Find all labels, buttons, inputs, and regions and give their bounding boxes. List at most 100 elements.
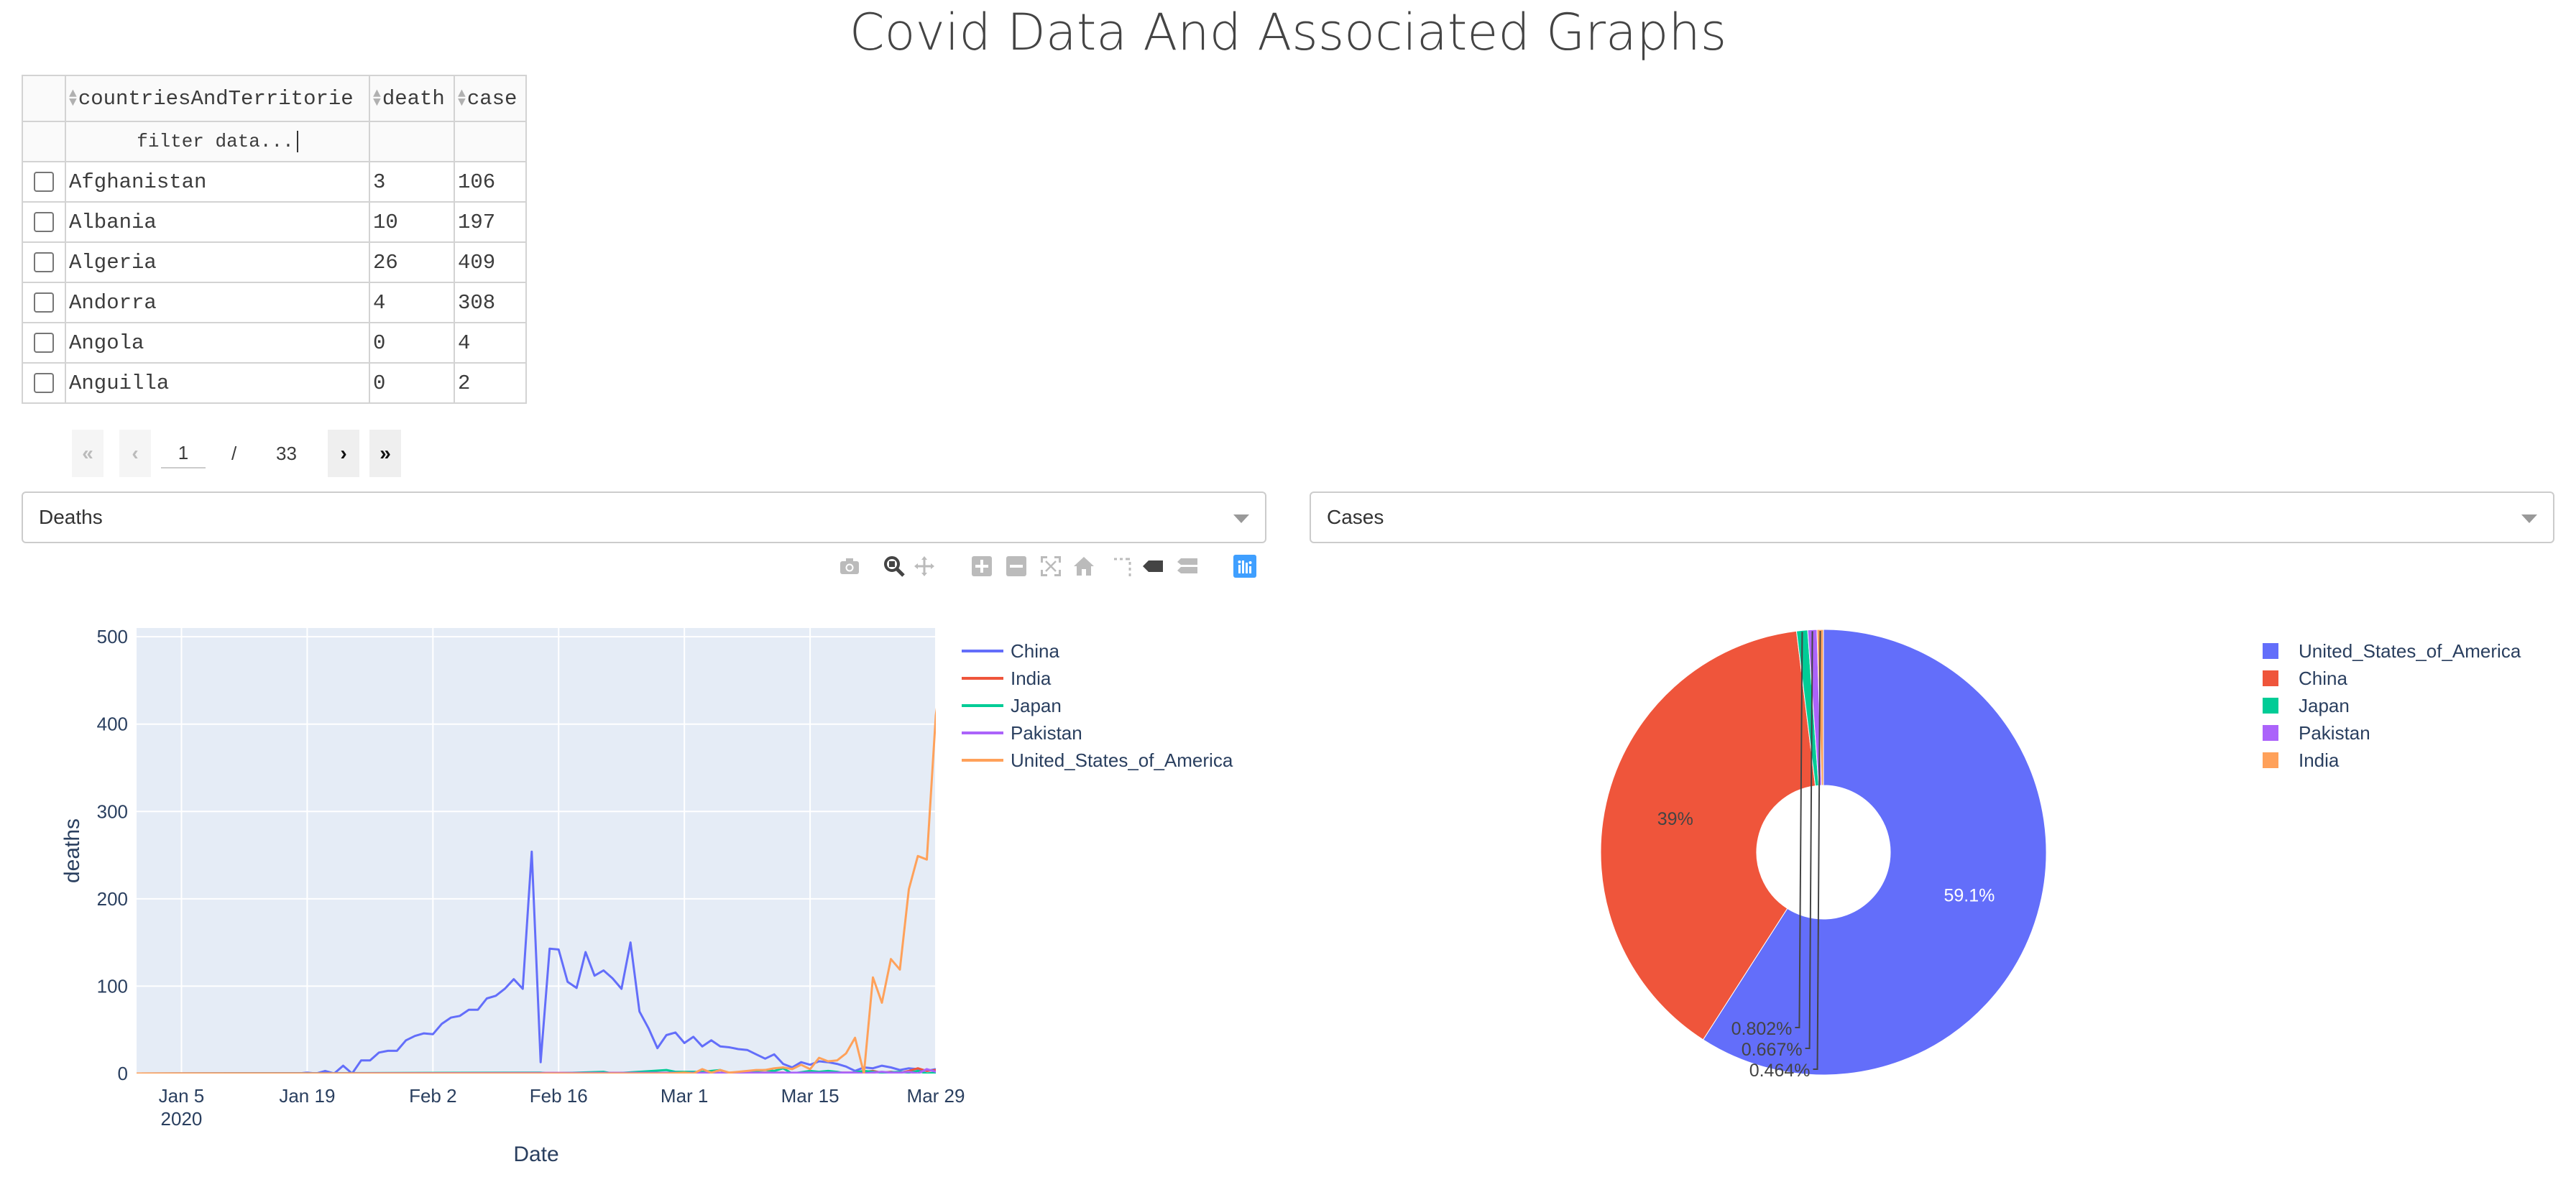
filter-input-deaths[interactable] <box>369 121 455 162</box>
column-header-deaths[interactable]: ▲ ▼death <box>369 75 455 122</box>
x-year-label: 2020 <box>161 1108 203 1130</box>
hover-compare-icon[interactable] <box>1176 555 1199 578</box>
x-tick-label: Feb 2 <box>409 1085 457 1107</box>
cell-deaths[interactable]: 10 <box>369 201 455 243</box>
page-title: Covid Data And Associated Graphs <box>849 3 1727 62</box>
slice-label: 39% <box>1657 809 1693 829</box>
double-chevron-left-icon: « <box>82 442 93 464</box>
sort-icon[interactable]: ▲ ▼ <box>69 88 77 109</box>
cell-country[interactable]: Anguilla <box>65 362 370 404</box>
legend-swatch[interactable] <box>2263 698 2278 714</box>
y-tick-label: 500 <box>97 626 128 647</box>
page-number-input[interactable]: 1 <box>161 438 206 469</box>
selected-value: Deaths <box>39 506 103 528</box>
previous-page-button[interactable]: ‹ <box>119 430 151 477</box>
table-header-row: ▲ ▼countriesAndTerritorie ▲ ▼death ▲ ▼case <box>22 75 527 122</box>
cell-country[interactable]: Andorra <box>65 282 370 323</box>
chevron-left-icon: ‹ <box>132 442 139 464</box>
row-select-cell <box>22 362 66 404</box>
cell-cases[interactable]: 308 <box>454 282 527 323</box>
column-header-country[interactable]: ▲ ▼countriesAndTerritorie <box>65 75 370 122</box>
zoom-icon[interactable] <box>883 555 906 578</box>
zoom-in-icon[interactable] <box>970 555 993 578</box>
legend-label: India <box>1011 668 1052 689</box>
column-header-cases[interactable]: ▲ ▼case <box>454 75 527 122</box>
row-select-cell <box>22 241 66 283</box>
legend-label: China <box>1011 640 1059 662</box>
caret-down-icon[interactable] <box>1233 514 1249 523</box>
row-checkbox[interactable] <box>34 251 54 272</box>
sort-icon[interactable]: ▲ ▼ <box>458 88 466 109</box>
cell-deaths[interactable]: 0 <box>369 322 455 364</box>
hover-closest-icon[interactable] <box>1141 555 1164 578</box>
legend-label: Pakistan <box>1011 722 1082 744</box>
y-tick-label: 0 <box>118 1063 128 1084</box>
last-page-button[interactable]: » <box>369 430 401 477</box>
metric-dropdown-left[interactable]: Deaths <box>22 491 1266 543</box>
cell-cases[interactable]: 409 <box>454 241 527 283</box>
row-checkbox[interactable] <box>34 211 54 232</box>
row-checkbox[interactable] <box>34 372 54 393</box>
double-chevron-right-icon: » <box>380 442 391 464</box>
x-tick-label: Jan 19 <box>279 1085 335 1107</box>
plotly-logo-icon[interactable] <box>1233 555 1256 578</box>
legend-swatch[interactable] <box>2263 643 2278 659</box>
cell-deaths[interactable]: 4 <box>369 282 455 323</box>
column-header-label: case <box>466 86 518 111</box>
y-tick-label: 300 <box>97 800 128 822</box>
cell-country[interactable]: Algeria <box>65 241 370 283</box>
reset-axes-icon[interactable] <box>1072 555 1095 578</box>
metric-dropdown-right[interactable]: Cases <box>1310 491 2554 543</box>
cell-country[interactable]: Afghanistan <box>65 161 370 203</box>
cell-deaths[interactable]: 26 <box>369 241 455 283</box>
row-select-cell <box>22 282 66 323</box>
cell-country[interactable]: Angola <box>65 322 370 364</box>
cell-cases[interactable]: 106 <box>454 161 527 203</box>
row-checkbox[interactable] <box>34 292 54 313</box>
legend-swatch[interactable] <box>2263 725 2278 741</box>
next-page-button[interactable]: › <box>328 430 359 477</box>
autoscale-icon[interactable] <box>1039 555 1062 578</box>
x-tick-label: Jan 5 <box>159 1085 205 1107</box>
cell-cases[interactable]: 4 <box>454 322 527 364</box>
cases-pie-chart[interactable]: 59.1% 39% 0.802%0.667%0.464% United_States_… <box>1294 604 2576 1171</box>
data-table: ▲ ▼countriesAndTerritorie ▲ ▼death ▲ ▼case … <box>22 75 527 404</box>
cell-deaths[interactable]: 0 <box>369 362 455 404</box>
filter-input-cases[interactable] <box>454 121 527 162</box>
row-select-cell <box>22 161 66 203</box>
cell-cases[interactable]: 2 <box>454 362 527 404</box>
cell-cases[interactable]: 197 <box>454 201 527 243</box>
deaths-line-chart[interactable]: 0 100 200 300 400 500 Jan 5 Jan 19 Feb 2 Feb 16 Ma… <box>0 604 1279 1171</box>
chevron-right-icon: › <box>340 442 347 464</box>
sort-icon[interactable]: ▲ ▼ <box>373 88 381 109</box>
first-page-button[interactable]: « <box>72 430 104 477</box>
x-tick-label: Mar 1 <box>661 1085 708 1107</box>
pan-icon[interactable] <box>913 555 936 578</box>
x-axis-title: Date <box>513 1143 558 1166</box>
camera-icon[interactable] <box>838 555 861 578</box>
legend-label: Japan <box>1011 695 1062 716</box>
selected-value: Cases <box>1327 506 1384 528</box>
spike-lines-icon[interactable] <box>1111 555 1134 578</box>
zoom-out-icon[interactable] <box>1005 555 1028 578</box>
legend-swatch[interactable] <box>2263 670 2278 686</box>
row-checkbox[interactable] <box>34 332 54 353</box>
cell-deaths[interactable]: 3 <box>369 161 455 203</box>
legend-swatch[interactable] <box>2263 752 2278 768</box>
legend-label: India <box>2299 749 2340 771</box>
text-cursor <box>296 131 298 153</box>
filter-input-country[interactable]: filter data... <box>65 121 370 162</box>
y-tick-label: 200 <box>97 888 128 910</box>
row-checkbox[interactable] <box>34 171 54 192</box>
y-tick-label: 100 <box>97 975 128 997</box>
filter-select-cell <box>22 121 66 162</box>
plot-background <box>137 628 936 1074</box>
x-tick-label: Mar 29 <box>907 1085 965 1107</box>
page-separator: / <box>231 443 237 464</box>
slice-label: 0.464% <box>1749 1061 1811 1081</box>
y-tick-label: 400 <box>97 714 128 735</box>
caret-down-icon[interactable] <box>2521 514 2537 523</box>
x-tick-label: Feb 16 <box>530 1085 588 1107</box>
cell-country[interactable]: Albania <box>65 201 370 243</box>
plot-modebar <box>838 550 1269 582</box>
